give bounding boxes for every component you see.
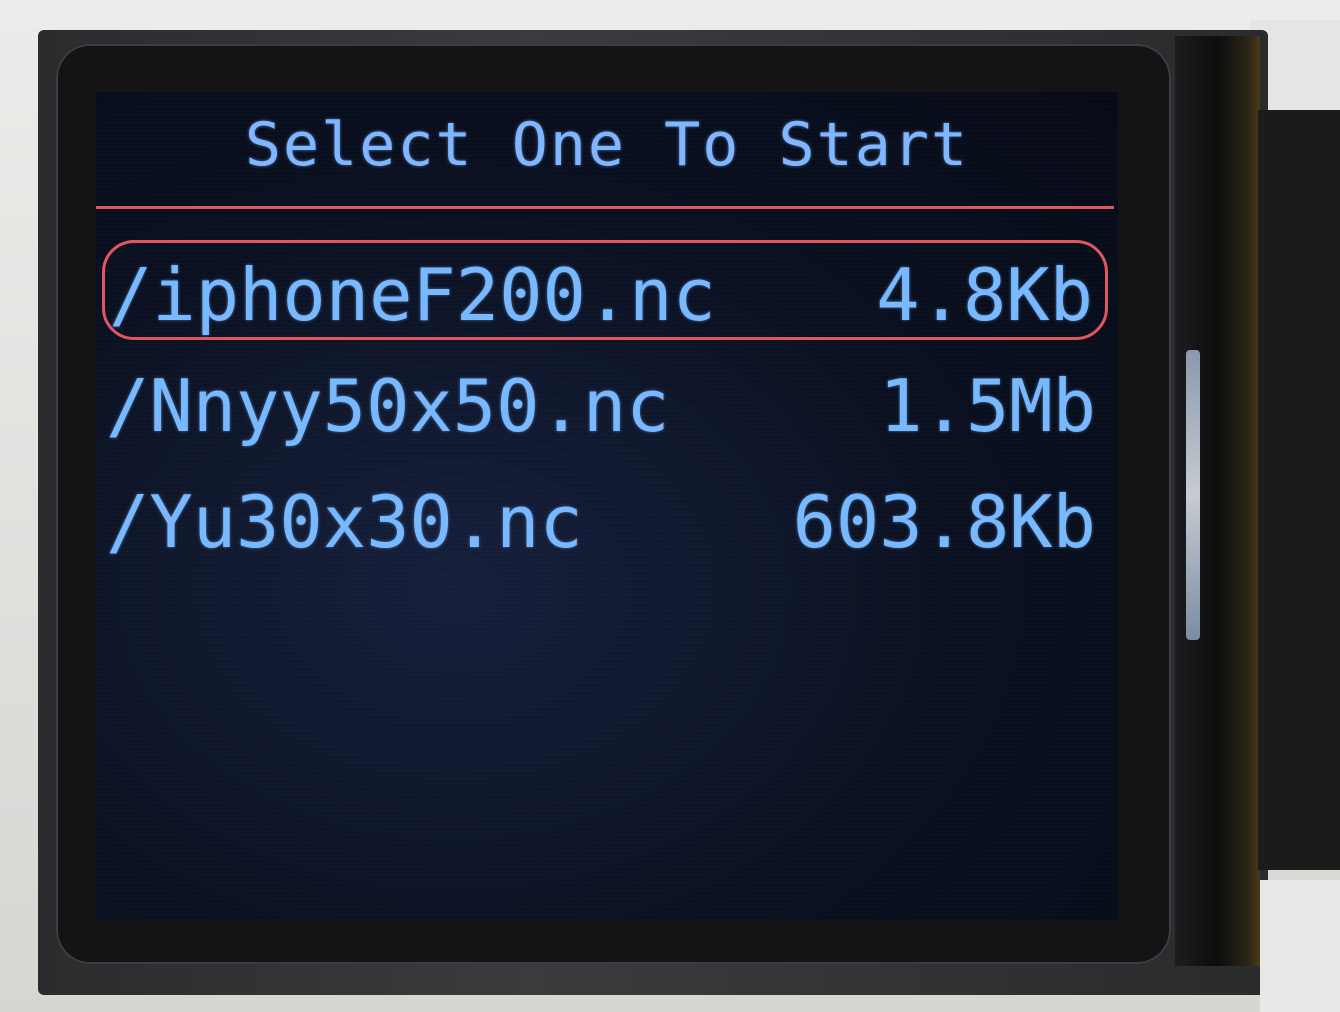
file-size: 1.5Mb — [879, 364, 1096, 448]
side-strip — [1258, 110, 1340, 870]
title-divider — [96, 206, 1114, 209]
file-name: /Yu30x30.nc — [106, 480, 583, 564]
file-name: /Nnyy50x50.nc — [106, 364, 670, 448]
screen-title: Select One To Start — [244, 110, 970, 180]
file-size: 4.8Kb — [876, 253, 1093, 337]
glass-reflection — [1186, 350, 1200, 640]
case-corner-bottom — [1260, 880, 1340, 1012]
file-item[interactable]: /Yu30x30.nc 603.8Kb — [102, 470, 1108, 570]
file-item-selected[interactable]: /iphoneF200.nc 4.8Kb — [102, 240, 1108, 340]
file-item[interactable]: /Nnyy50x50.nc 1.5Mb — [102, 354, 1108, 454]
file-size: 603.8Kb — [792, 480, 1096, 564]
lcd-screen: Select One To Start /iphoneF200.nc 4.8Kb… — [96, 92, 1118, 920]
file-name: /iphoneF200.nc — [109, 253, 716, 337]
